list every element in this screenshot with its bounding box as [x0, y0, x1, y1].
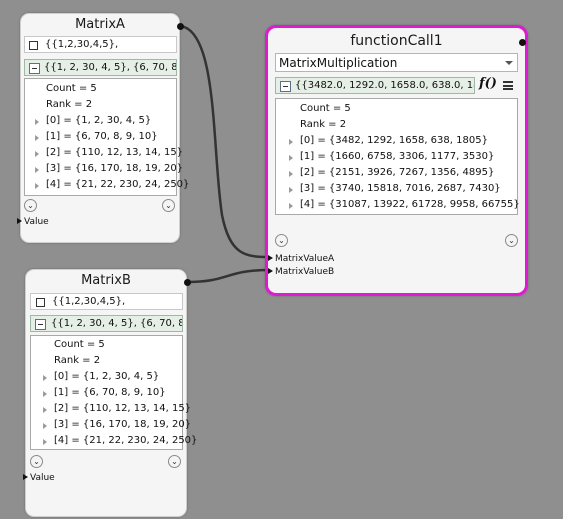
rank-label: Rank = 2 — [54, 355, 101, 366]
result-list[interactable]: Count = 5 Rank = 2 [0] = {1, 2, 30, 4, 5… — [30, 335, 197, 450]
output-port-value[interactable]: Value — [23, 473, 55, 483]
wire-matrixA-to-valueA — [179, 24, 271, 259]
list-item: [0] = {3482, 1292, 1658, 638, 1805} — [300, 135, 488, 146]
expand-arrow-icon[interactable] — [35, 135, 39, 141]
output-label: Value — [30, 473, 55, 483]
list-item: [4] = {31087, 13922, 61728, 9958, 66755} — [300, 199, 520, 210]
chevron-down-icon[interactable]: ⌄ — [24, 199, 37, 212]
expand-arrow-icon[interactable] — [289, 203, 293, 209]
list-item: [3] = {3740, 15818, 7016, 2687, 7430} — [300, 183, 501, 194]
function-select-value: MatrixMultiplication — [279, 56, 398, 70]
chevron-down-icon[interactable]: ⌄ — [30, 455, 43, 468]
input-a-label: MatrixValueA — [275, 254, 335, 264]
input-value: {{1,2,30,4,5}, — [45, 39, 119, 50]
function-select[interactable]: MatrixMultiplication — [275, 53, 518, 72]
expand-arrow-icon[interactable] — [43, 423, 47, 429]
expand-arrow-icon[interactable] — [35, 119, 39, 125]
input-value: {{1,2,30,4,5}, — [52, 296, 126, 307]
list-item: [2] = {110, 12, 13, 14, 15} — [54, 403, 192, 414]
result-preview: {{1, 2, 30, 4, 5}, {6, 70, 8, 9, 10 — [30, 315, 183, 332]
list-item: [1] = {1660, 6758, 3306, 1177, 3530} — [300, 151, 495, 162]
matrix-input-field[interactable]: {{1,2,30,4,5}, — [30, 293, 183, 310]
collapse-icon[interactable] — [29, 63, 40, 74]
list-item: [3] = {16, 170, 18, 19, 20} — [54, 419, 192, 430]
list-item: [4] = {21, 22, 230, 24, 250} — [46, 179, 190, 190]
chevron-down-icon[interactable]: ⌄ — [162, 199, 175, 212]
port-arrow-icon — [23, 474, 28, 480]
expand-arrow-icon[interactable] — [289, 155, 293, 161]
count-label: Count = 5 — [46, 83, 97, 94]
expand-arrow-icon[interactable] — [43, 439, 47, 445]
expand-arrow-icon[interactable] — [289, 171, 293, 177]
expand-arrow-icon[interactable] — [289, 139, 293, 145]
result-list[interactable]: Count = 5 Rank = 2 [0] = {3482, 1292, 16… — [275, 98, 520, 215]
input-port-matrixValueA[interactable]: MatrixValueA — [268, 254, 334, 264]
list-item: [0] = {1, 2, 30, 4, 5} — [54, 371, 160, 382]
output-port-dot[interactable] — [177, 23, 184, 30]
rank-label: Rank = 2 — [300, 119, 347, 130]
output-port-dot[interactable] — [519, 39, 526, 46]
list-item: [1] = {6, 70, 8, 9, 10} — [54, 387, 166, 398]
rank-label: Rank = 2 — [46, 99, 93, 110]
port-arrow-icon — [268, 268, 273, 274]
list-item: [1] = {6, 70, 8, 9, 10} — [46, 131, 158, 142]
node-title: functionCall1 — [350, 33, 443, 49]
expand-arrow-icon[interactable] — [289, 187, 293, 193]
output-port-dot[interactable] — [184, 279, 191, 286]
input-b-label: MatrixValueB — [275, 267, 335, 277]
result-list[interactable]: Count = 5 Rank = 2 [0] = {1, 2, 30, 4, 5… — [24, 78, 189, 196]
expand-arrow-icon[interactable] — [43, 391, 47, 397]
result-preview-text: {{1, 2, 30, 4, 5}, {6, 70, 8, 9, 10 — [51, 318, 182, 329]
collapse-icon[interactable] — [35, 319, 46, 330]
result-preview: {{1, 2, 30, 4, 5}, {6, 70, 8, 9, 10 — [24, 59, 177, 76]
list-item: [4] = {21, 22, 230, 24, 250} — [54, 435, 198, 446]
expand-arrow-icon[interactable] — [43, 407, 47, 413]
count-label: Count = 5 — [54, 339, 105, 350]
count-label: Count = 5 — [300, 103, 351, 114]
port-arrow-icon — [17, 218, 22, 224]
matrix-input-field[interactable]: {{1,2,30,4,5}, — [24, 36, 177, 53]
output-label: Value — [24, 217, 49, 227]
chevron-down-icon[interactable]: ⌄ — [275, 234, 288, 247]
checkbox[interactable] — [29, 41, 38, 50]
expand-arrow-icon[interactable] — [35, 183, 39, 189]
expand-arrow-icon[interactable] — [43, 375, 47, 381]
input-port-matrixValueB[interactable]: MatrixValueB — [268, 267, 334, 277]
node-title: MatrixA — [75, 17, 125, 32]
result-preview: {{3482.0, 1292.0, 1658.0, 638.0, 1805.0 — [275, 77, 475, 94]
result-preview-text: {{1, 2, 30, 4, 5}, {6, 70, 8, 9, 10 — [44, 62, 177, 73]
node-title: MatrixB — [81, 273, 131, 288]
result-preview-text: {{3482.0, 1292.0, 1658.0, 638.0, 1805.0 — [295, 80, 474, 91]
collapse-icon[interactable] — [280, 81, 291, 92]
expand-arrow-icon[interactable] — [35, 151, 39, 157]
matrixA-node[interactable]: MatrixA {{1,2,30,4,5}, {{1, 2, 30, 4, 5}… — [17, 13, 189, 243]
chevron-down-icon — [505, 61, 513, 65]
list-item: [3] = {16, 170, 18, 19, 20} — [46, 163, 184, 174]
matrixB-node[interactable]: MatrixB {{1,2,30,4,5}, {{1, 2, 30, 4, 5}… — [23, 269, 197, 517]
port-arrow-icon — [268, 255, 273, 261]
expand-arrow-icon[interactable] — [35, 167, 39, 173]
chevron-down-icon[interactable]: ⌄ — [168, 455, 181, 468]
list-item: [0] = {1, 2, 30, 4, 5} — [46, 115, 152, 126]
functionCall1-node[interactable]: functionCall1 MatrixMultiplication {{348… — [265, 25, 528, 296]
list-item: [2] = {2151, 3926, 7267, 1356, 4895} — [300, 167, 495, 178]
function-fx-icon[interactable]: f() — [479, 76, 497, 91]
hamburger-menu-icon[interactable] — [503, 81, 513, 90]
chevron-down-icon[interactable]: ⌄ — [505, 234, 518, 247]
checkbox[interactable] — [36, 298, 45, 307]
wire-matrixB-to-valueB — [186, 268, 271, 284]
list-item: [2] = {110, 12, 13, 14, 15} — [46, 147, 184, 158]
output-port-value[interactable]: Value — [17, 217, 49, 227]
